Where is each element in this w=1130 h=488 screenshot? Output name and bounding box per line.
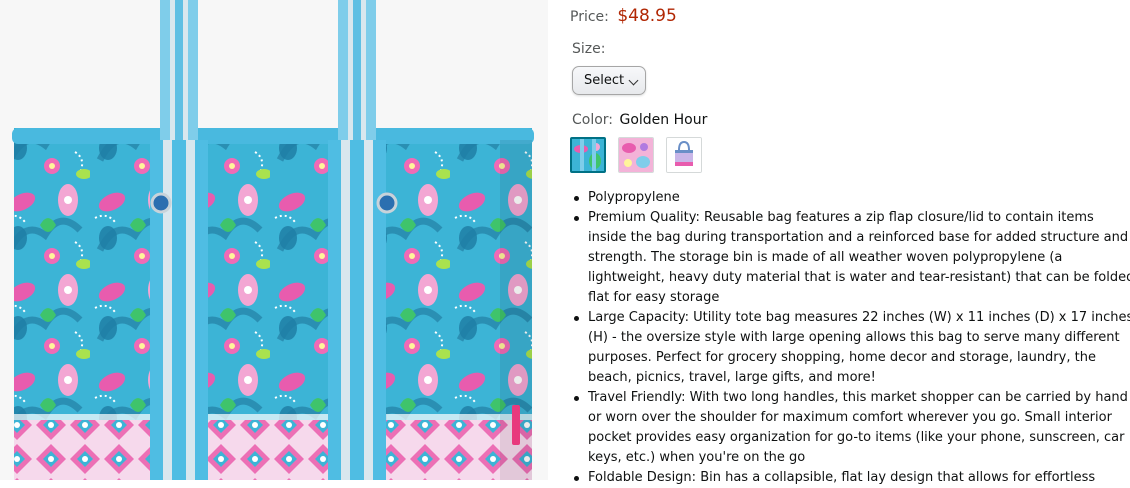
size-dropdown[interactable]: Select (572, 66, 646, 95)
swatch-tote-blue-trim-thumbnail (667, 138, 701, 172)
list-item: Polypropylene (574, 188, 1130, 208)
price-row: Price: $48.95 (570, 6, 677, 26)
tote-bag-illustration (12, 0, 534, 480)
swatch-pink-pattern-thumbnail (619, 138, 653, 172)
price-value: $48.95 (617, 6, 677, 26)
size-dropdown-value: Select (584, 73, 625, 88)
list-item: Premium Quality: Reusable bag features a… (574, 208, 1130, 308)
list-item: Foldable Design: Bin has a collapsible, … (574, 468, 1130, 488)
feature-bullets: Polypropylene Premium Quality: Reusable … (570, 188, 1130, 488)
product-image[interactable] (0, 0, 548, 480)
swatch-tote-blue-trim[interactable] (666, 137, 702, 173)
swatch-golden-hour[interactable] (570, 137, 606, 173)
swatch-golden-hour-thumbnail (572, 139, 604, 171)
product-details: Price: $48.95 Size: Select Color: Golden… (570, 0, 1130, 485)
chevron-down-icon (628, 75, 639, 86)
color-value: Golden Hour (619, 112, 708, 128)
list-item: Travel Friendly: With two long handles, … (574, 388, 1130, 468)
price-label: Price: (570, 9, 609, 25)
color-label: Color: (572, 112, 614, 128)
list-item: Large Capacity: Utility tote bag measure… (574, 308, 1130, 388)
swatch-pink-pattern[interactable] (618, 137, 654, 173)
color-row: Color: Golden Hour (572, 112, 707, 128)
size-label: Size: (572, 41, 606, 57)
